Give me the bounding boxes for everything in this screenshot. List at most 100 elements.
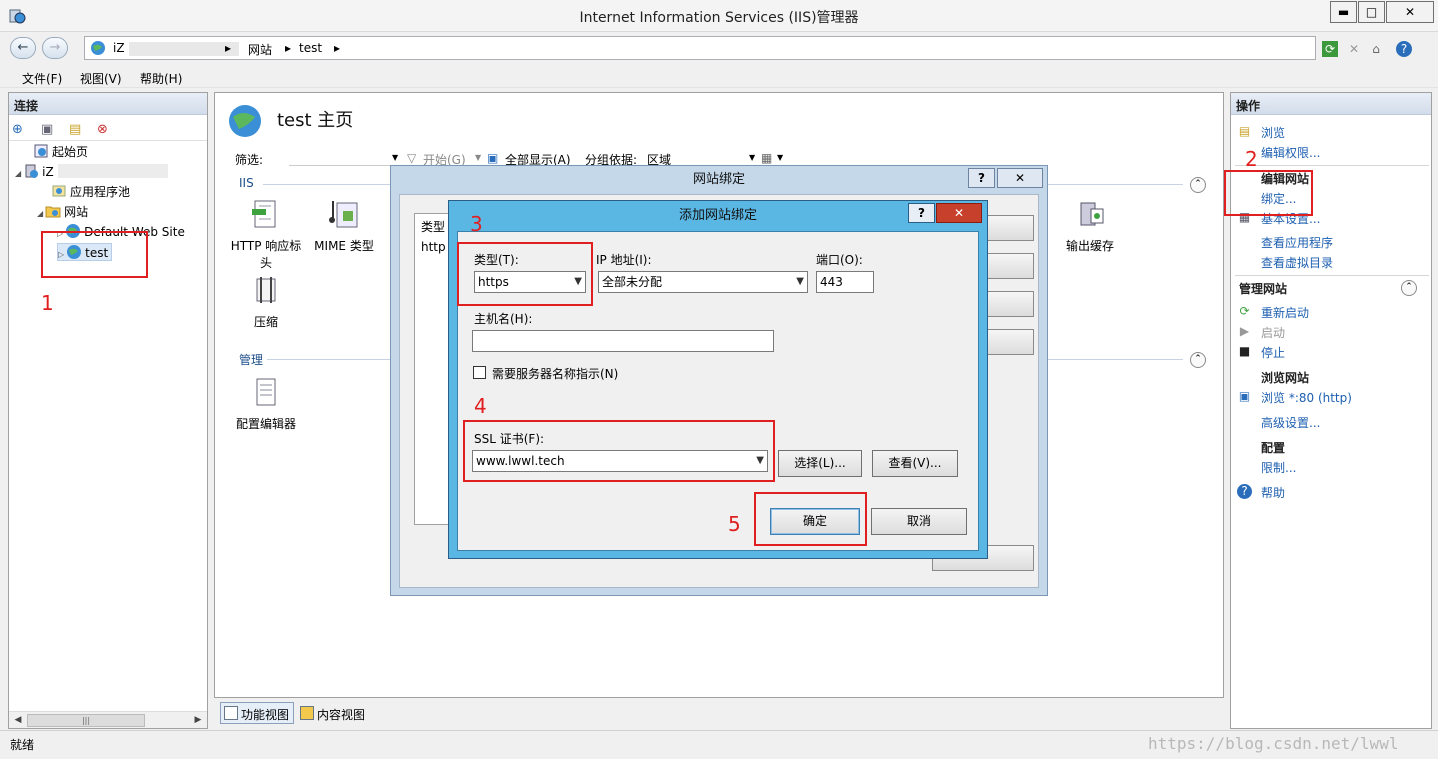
ip-address-label: IP 地址(I):	[596, 253, 652, 267]
column-header-type[interactable]: 类型	[421, 218, 445, 235]
minimize-button[interactable]: ▬	[1330, 1, 1357, 23]
app-pool-icon	[52, 185, 66, 197]
home-icon[interactable]: ⌂	[1368, 41, 1384, 57]
scroll-right-icon[interactable]: ▶	[190, 713, 206, 728]
annotation-box-3	[457, 242, 593, 306]
breadcrumb-server[interactable]: iZ	[113, 41, 125, 55]
action-browse-80[interactable]: 浏览 *:80 (http)	[1261, 389, 1352, 406]
view-tabs: 功能视图 内容视图	[214, 700, 1224, 726]
action-view-virtual-dirs[interactable]: 查看虚拟目录	[1261, 254, 1333, 271]
breadcrumb-test[interactable]: test	[299, 41, 322, 55]
filter-input[interactable]	[289, 150, 399, 166]
action-advanced-settings[interactable]: 高级设置...	[1261, 414, 1320, 431]
connections-panel: 连接 ⊕ ▣ ▤ ⊗ 起始页 ◢ iZ 应用程序池 ◢ 网站 ▷ Default We…	[8, 92, 208, 729]
tree-label: 网站	[64, 205, 89, 219]
close-button[interactable]: ✕	[936, 203, 982, 223]
ip-address-value: 全部未分配	[602, 275, 663, 289]
collapse-section-icon[interactable]: ⌃	[1190, 177, 1206, 193]
dropdown-arrow-icon[interactable]: ▼	[392, 153, 398, 162]
host-name-input[interactable]	[472, 330, 774, 352]
collapse-arrow-icon[interactable]: ◢	[15, 169, 21, 178]
connect-icon[interactable]: ⊕	[12, 122, 23, 137]
action-edit-permissions[interactable]: 编辑权限...	[1261, 144, 1320, 161]
menu-help[interactable]: 帮助(H)	[140, 70, 182, 87]
breadcrumb-sites[interactable]: 网站	[248, 41, 272, 58]
folder-up-icon[interactable]: ▤	[69, 122, 81, 137]
binding-row-type[interactable]: http	[421, 240, 446, 254]
tree-horizontal-scrollbar[interactable]: ◀ ||| ▶	[9, 711, 207, 728]
tab-features-view[interactable]: 功能视图	[220, 702, 295, 724]
save-icon[interactable]: ▣	[41, 122, 53, 137]
feature-compression[interactable]: 压缩	[227, 273, 305, 330]
action-browse[interactable]: 浏览	[1261, 124, 1285, 141]
browse-folder-icon: ▤	[1238, 124, 1251, 138]
address-bar: ← → iZ ▸ 网站 ▸ test ▸ ⟳ ✕ ⌂ ?	[0, 33, 1438, 63]
menu-view[interactable]: 视图(V)	[80, 70, 122, 87]
scroll-thumb[interactable]: |||	[27, 714, 145, 727]
address-field[interactable]: iZ ▸ 网站 ▸ test ▸	[84, 36, 1316, 60]
breadcrumb-separator[interactable]: ▸	[285, 41, 291, 55]
port-input[interactable]: 443	[816, 271, 874, 293]
sites-folder-icon	[45, 206, 61, 218]
host-name-label: 主机名(H):	[474, 312, 533, 326]
feature-output-caching[interactable]: 输出缓存	[1051, 197, 1129, 254]
dropdown-arrow-icon[interactable]: ▼	[749, 153, 755, 162]
breadcrumb-separator[interactable]: ▸	[334, 41, 340, 55]
feature-label: 输出缓存	[1065, 239, 1114, 253]
sni-label: 需要服务器名称指示(N)	[492, 367, 619, 381]
funnel-icon: ▽	[407, 151, 417, 165]
tree-item-start-page[interactable]: 起始页	[33, 143, 88, 161]
help-button[interactable]: ?	[968, 168, 995, 188]
tree-label: 应用程序池	[70, 185, 131, 199]
collapse-arrow-icon[interactable]: ◢	[37, 209, 43, 218]
cancel-button[interactable]: 取消	[871, 508, 967, 535]
action-limits[interactable]: 限制...	[1261, 459, 1296, 476]
help-icon: ?	[1237, 484, 1252, 499]
ip-address-select[interactable]: 全部未分配 ▼	[598, 271, 808, 293]
collapse-section-icon[interactable]: ⌃	[1401, 280, 1417, 296]
dropdown-arrow-icon[interactable]: ▼	[777, 153, 783, 162]
view-certificate-button[interactable]: 查看(V)...	[872, 450, 958, 477]
redacted-server-name	[129, 42, 239, 56]
menu-file[interactable]: 文件(F)	[22, 70, 62, 87]
action-view-applications[interactable]: 查看应用程序	[1261, 234, 1333, 251]
start-page-icon	[34, 144, 48, 158]
port-label: 端口(O):	[816, 253, 863, 267]
configuration-editor-icon	[256, 378, 276, 406]
close-window-button[interactable]: ✕	[1386, 1, 1434, 23]
forward-button[interactable]: →	[42, 37, 68, 59]
breadcrumb-separator[interactable]: ▸	[225, 41, 231, 55]
feature-http-response-headers[interactable]: HTTP 响应标头	[227, 197, 305, 271]
close-button[interactable]: ✕	[997, 168, 1043, 188]
sni-checkbox[interactable]	[473, 366, 486, 379]
title-bar: Internet Information Services (IIS)管理器 ▬…	[0, 0, 1438, 32]
tab-content-view[interactable]: 内容视图	[296, 702, 370, 724]
tree-item-sites[interactable]: ◢ 网站	[37, 203, 88, 221]
feature-mime-types[interactable]: MIME 类型	[305, 197, 383, 254]
action-stop[interactable]: 停止	[1261, 344, 1285, 361]
scroll-left-icon[interactable]: ◀	[10, 713, 26, 728]
maximize-button[interactable]: □	[1358, 1, 1385, 23]
select-certificate-button[interactable]: 选择(L)...	[778, 450, 862, 477]
filter-label: 筛选:	[235, 153, 264, 167]
annotation-box-2	[1224, 170, 1313, 216]
globe-icon	[91, 41, 105, 55]
action-restart[interactable]: 重新启动	[1261, 304, 1309, 321]
manage-site-heading: 管理网站	[1239, 282, 1288, 296]
watermark: https://blog.csdn.net/lwwl	[1148, 734, 1399, 753]
disconnect-icon[interactable]: ⊗	[97, 122, 108, 137]
tree-item-server[interactable]: ◢ iZ	[15, 163, 168, 181]
action-help[interactable]: 帮助	[1261, 484, 1285, 501]
collapse-section-icon[interactable]: ⌃	[1190, 352, 1206, 368]
stop-icon[interactable]: ✕	[1346, 41, 1362, 57]
redacted-server-name	[57, 164, 168, 178]
feature-configuration-editor[interactable]: 配置编辑器	[227, 375, 305, 432]
help-icon[interactable]: ?	[1396, 41, 1412, 57]
view-mode-icon[interactable]: ▦	[761, 151, 772, 165]
tree-item-app-pools[interactable]: 应用程序池	[51, 183, 130, 201]
content-view-icon	[300, 706, 314, 720]
dropdown-arrow-icon[interactable]: ▼	[475, 153, 481, 162]
help-button[interactable]: ?	[908, 203, 935, 223]
refresh-icon[interactable]: ⟳	[1322, 41, 1338, 57]
back-button[interactable]: ←	[10, 37, 36, 59]
